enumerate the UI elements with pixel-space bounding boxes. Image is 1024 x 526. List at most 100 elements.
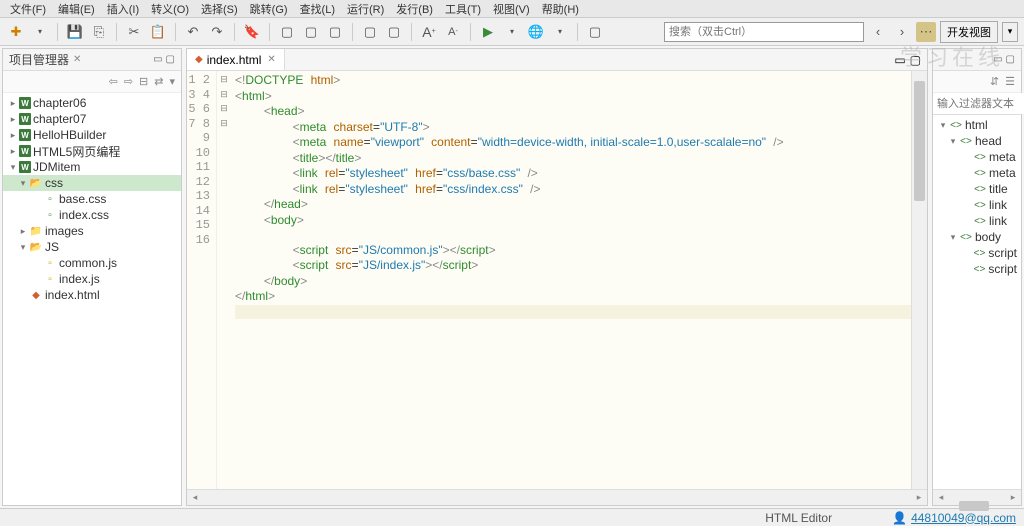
outline-hscroll[interactable]: ◂▸ xyxy=(933,489,1021,505)
menu-item[interactable]: 工具(T) xyxy=(439,1,487,17)
menu-item[interactable]: 视图(V) xyxy=(487,1,536,17)
menu-icon[interactable]: ▾ xyxy=(169,75,175,88)
font-smaller-icon[interactable]: A- xyxy=(443,22,463,42)
tree-item[interactable]: ▸WHelloHBuilder xyxy=(3,127,181,143)
sort-icon[interactable]: ⇵ xyxy=(990,75,999,88)
menu-item[interactable]: 选择(S) xyxy=(195,1,244,17)
outline-tree[interactable]: ▾<>html▾<>head<>meta<>meta<>title<>link<… xyxy=(933,115,1021,489)
run-drop-icon[interactable]: ▾ xyxy=(502,22,522,42)
link-icon[interactable]: ⇄ xyxy=(154,75,163,88)
menu-item[interactable]: 发行(B) xyxy=(390,1,439,17)
filter-input[interactable] xyxy=(933,93,1024,114)
menu-item[interactable]: 转义(O) xyxy=(145,1,195,17)
dev-view-button[interactable]: 开发视图 xyxy=(940,21,998,43)
editor-min-icon[interactable]: ▭ xyxy=(894,53,905,67)
outline-min-icon[interactable]: ▭ xyxy=(993,54,1002,65)
box5-icon[interactable]: ▢ xyxy=(384,22,404,42)
font-larger-icon[interactable]: A+ xyxy=(419,22,439,42)
outline-item[interactable]: <>meta xyxy=(933,149,1021,165)
editor-tab[interactable]: ◆ index.html ✕ xyxy=(187,49,285,70)
vertical-scrollbar[interactable] xyxy=(911,71,927,489)
tab-close-icon[interactable]: ✕ xyxy=(267,54,275,65)
tree-item[interactable]: ▾📂css xyxy=(3,175,181,191)
outline-panel: ▭ ▢ ⇵ ☰ ▾<>html▾<>head<>meta<>meta<>titl… xyxy=(932,48,1022,506)
code-editor[interactable]: 1 2 3 4 5 6 7 8 9 10 11 12 13 14 15 16 ⊟… xyxy=(187,71,927,489)
maximize-icon[interactable]: ▢ xyxy=(166,54,175,65)
close-icon[interactable]: ✕ xyxy=(73,54,81,65)
collapse-icon[interactable]: ⊟ xyxy=(139,75,148,88)
run-icon[interactable]: ▶ xyxy=(478,22,498,42)
outline-item[interactable]: <>title xyxy=(933,181,1021,197)
undo-icon[interactable]: ↶ xyxy=(183,22,203,42)
user-email-link[interactable]: 44810049@qq.com xyxy=(911,511,1016,525)
tree-item[interactable]: ▸Wchapter07 xyxy=(3,111,181,127)
bookmark-icon[interactable]: 🔖 xyxy=(242,22,262,42)
outline-item[interactable]: <>link xyxy=(933,213,1021,229)
editor-panel: ◆ index.html ✕ ▭ ▢ 1 2 3 4 5 6 7 8 9 10 … xyxy=(186,48,928,506)
code-area[interactable]: <!DOCTYPE html> <html> <head> <meta char… xyxy=(231,71,911,489)
menubar: 文件(F)编辑(E)插入(I)转义(O)选择(S)跳转(G)查找(L)运行(R)… xyxy=(0,0,1024,18)
search-input[interactable] xyxy=(664,22,864,42)
forward-icon[interactable]: ⇨ xyxy=(124,75,133,88)
tree-item[interactable]: ▫index.css xyxy=(3,207,181,223)
toolbar: ✚▾ 💾 ⎘ ✂ 📋 ↶ ↷ 🔖 ▢ ▢ ▢ ▢ ▢ A+ A- ▶▾ 🌐▾ ▢… xyxy=(0,18,1024,46)
outline-item[interactable]: <>script xyxy=(933,261,1021,277)
menu-item[interactable]: 跳转(G) xyxy=(244,1,294,17)
editor-max-icon[interactable]: ▢ xyxy=(910,53,921,67)
redo-icon[interactable]: ↷ xyxy=(207,22,227,42)
menu-item[interactable]: 查找(L) xyxy=(294,1,341,17)
search-next-icon[interactable]: › xyxy=(892,22,912,42)
box4-icon[interactable]: ▢ xyxy=(360,22,380,42)
tree-item[interactable]: ▫index.js xyxy=(3,271,181,287)
box1-icon[interactable]: ▢ xyxy=(277,22,297,42)
menu-item[interactable]: 运行(R) xyxy=(341,1,390,17)
outline-item[interactable]: ▾<>html xyxy=(933,117,1021,133)
menu-item[interactable]: 插入(I) xyxy=(101,1,145,17)
tree-item[interactable]: ◆index.html xyxy=(3,287,181,303)
project-toolbar: ⇦ ⇨ ⊟ ⇄ ▾ xyxy=(3,71,181,93)
tree-item[interactable]: ▾📂JS xyxy=(3,239,181,255)
menu-item[interactable]: 文件(F) xyxy=(4,1,52,17)
search-opt-icon[interactable]: ⋯ xyxy=(916,22,936,42)
save-all-icon[interactable]: ⎘ xyxy=(89,22,109,42)
new-file-icon[interactable]: ✚ xyxy=(6,22,26,42)
project-explorer-panel: 项目管理器 ✕ ▭ ▢ ⇦ ⇨ ⊟ ⇄ ▾ ▸Wchapter06▸Wchapt… xyxy=(2,48,182,506)
tree-item[interactable]: ▸Wchapter06 xyxy=(3,95,181,111)
search-prev-icon[interactable]: ‹ xyxy=(868,22,888,42)
editor-mode: HTML Editor xyxy=(765,511,832,525)
menu-item[interactable]: 帮助(H) xyxy=(536,1,585,17)
project-tree[interactable]: ▸Wchapter06▸Wchapter07▸WHelloHBuilder▸WH… xyxy=(3,93,181,505)
outline-max-icon[interactable]: ▢ xyxy=(1006,54,1015,65)
back-icon[interactable]: ⇦ xyxy=(109,75,118,88)
menu-item[interactable]: 编辑(E) xyxy=(52,1,101,17)
fold-gutter[interactable]: ⊟ ⊟ ⊟ ⊟ xyxy=(217,71,231,489)
html-file-icon: ◆ xyxy=(195,54,203,65)
outline-toolbar: ⇵ ☰ xyxy=(933,71,1021,93)
tree-item[interactable]: ▸📁images xyxy=(3,223,181,239)
tab-label: index.html xyxy=(207,53,262,67)
dropdown-icon[interactable]: ▾ xyxy=(30,22,50,42)
outline-item[interactable]: <>link xyxy=(933,197,1021,213)
browser-icon[interactable]: 🌐 xyxy=(526,22,546,42)
dev-view-drop-icon[interactable]: ▾ xyxy=(1002,22,1018,42)
minimize-icon[interactable]: ▭ xyxy=(153,54,162,65)
outline-item[interactable]: ▾<>head xyxy=(933,133,1021,149)
box3-icon[interactable]: ▢ xyxy=(325,22,345,42)
outline-item[interactable]: ▾<>body xyxy=(933,229,1021,245)
outline-item[interactable]: <>script xyxy=(933,245,1021,261)
save-icon[interactable]: 💾 xyxy=(65,22,85,42)
paste-icon[interactable]: 📋 xyxy=(148,22,168,42)
tree-item[interactable]: ▫common.js xyxy=(3,255,181,271)
box6-icon[interactable]: ▢ xyxy=(585,22,605,42)
box2-icon[interactable]: ▢ xyxy=(301,22,321,42)
cut-icon[interactable]: ✂ xyxy=(124,22,144,42)
horizontal-scrollbar[interactable]: ◂▸ xyxy=(187,489,927,505)
filter-icon[interactable]: ☰ xyxy=(1005,75,1015,88)
browser-drop-icon[interactable]: ▾ xyxy=(550,22,570,42)
tree-item[interactable]: ▾WJDMitem xyxy=(3,159,181,175)
tree-item[interactable]: ▸WHTML5网页编程 xyxy=(3,143,181,159)
tree-item[interactable]: ▫base.css xyxy=(3,191,181,207)
line-gutter: 1 2 3 4 5 6 7 8 9 10 11 12 13 14 15 16 xyxy=(187,71,217,489)
outline-item[interactable]: <>meta xyxy=(933,165,1021,181)
statusbar: HTML Editor 👤 44810049@qq.com xyxy=(0,508,1024,526)
